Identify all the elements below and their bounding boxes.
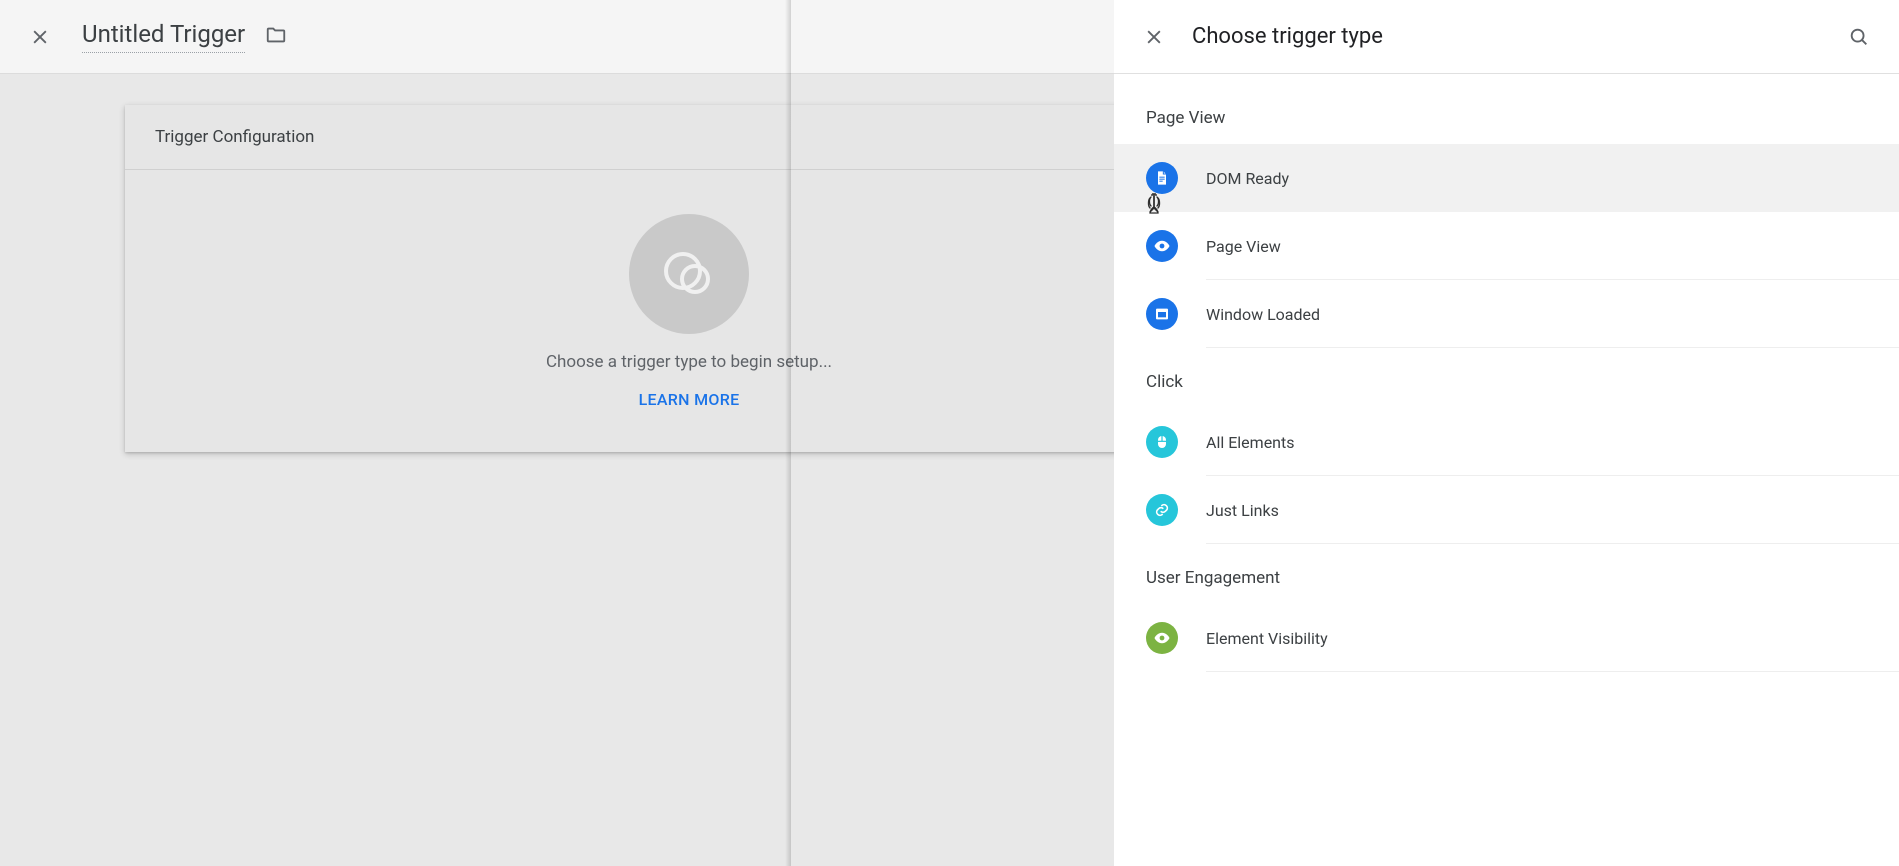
section-label: Click: [1114, 348, 1899, 408]
trigger-type-row[interactable]: Window Loaded: [1114, 280, 1899, 348]
panel-body: Page View DOM Ready Page View Window Loaded…: [1114, 74, 1899, 672]
trigger-type-label: Window Loaded: [1206, 305, 1320, 324]
trigger-type-label: All Elements: [1206, 433, 1295, 452]
section-label: Page View: [1114, 84, 1899, 144]
row-divider: [1206, 671, 1899, 672]
panel-title: Choose trigger type: [1192, 24, 1835, 49]
search-button[interactable]: [1835, 13, 1883, 61]
row-divider: [1206, 543, 1899, 544]
trigger-type-row[interactable]: Just Links: [1114, 476, 1899, 544]
section-title: Trigger Configuration: [155, 127, 314, 147]
overlap-circles-icon: [660, 245, 718, 303]
folder-icon: [265, 24, 287, 46]
trigger-type-panel: Choose trigger type Page ViewDOM ReadyPa…: [1114, 0, 1899, 866]
panel-shadow: [785, 0, 791, 866]
search-icon: [1848, 26, 1870, 48]
mouse-icon: [1146, 426, 1178, 458]
document-icon: [1146, 162, 1178, 194]
card-body[interactable]: Choose a trigger type to begin setup... …: [125, 170, 1253, 452]
panel-close-button[interactable]: [1130, 13, 1178, 61]
learn-more-link[interactable]: LEARN MORE: [639, 390, 740, 409]
trigger-type-row[interactable]: DOM Ready: [1114, 144, 1899, 212]
trigger-title[interactable]: Untitled Trigger: [82, 20, 245, 53]
panel-header: Choose trigger type: [1114, 0, 1899, 74]
trigger-type-row[interactable]: All Elements: [1114, 408, 1899, 476]
section-label: User Engagement: [1114, 544, 1899, 604]
close-button[interactable]: [16, 13, 64, 61]
trigger-type-label: DOM Ready: [1206, 169, 1289, 188]
trigger-config-card: Trigger Configuration Choose a trigger t…: [125, 105, 1253, 452]
trigger-type-label: Element Visibility: [1206, 629, 1328, 648]
window-icon: [1146, 298, 1178, 330]
card-header: Trigger Configuration: [125, 105, 1253, 170]
trigger-type-row[interactable]: Element Visibility: [1114, 604, 1899, 672]
eye-icon: [1146, 230, 1178, 262]
link-icon: [1146, 494, 1178, 526]
trigger-type-label: Just Links: [1206, 501, 1279, 520]
folder-button[interactable]: [265, 24, 287, 50]
close-icon: [30, 27, 50, 47]
row-divider: [1206, 347, 1899, 348]
close-icon: [1144, 27, 1164, 47]
trigger-type-label: Page View: [1206, 237, 1281, 256]
trigger-placeholder-icon: [629, 214, 749, 334]
eye-icon: [1146, 622, 1178, 654]
trigger-type-row[interactable]: Page View: [1114, 212, 1899, 280]
